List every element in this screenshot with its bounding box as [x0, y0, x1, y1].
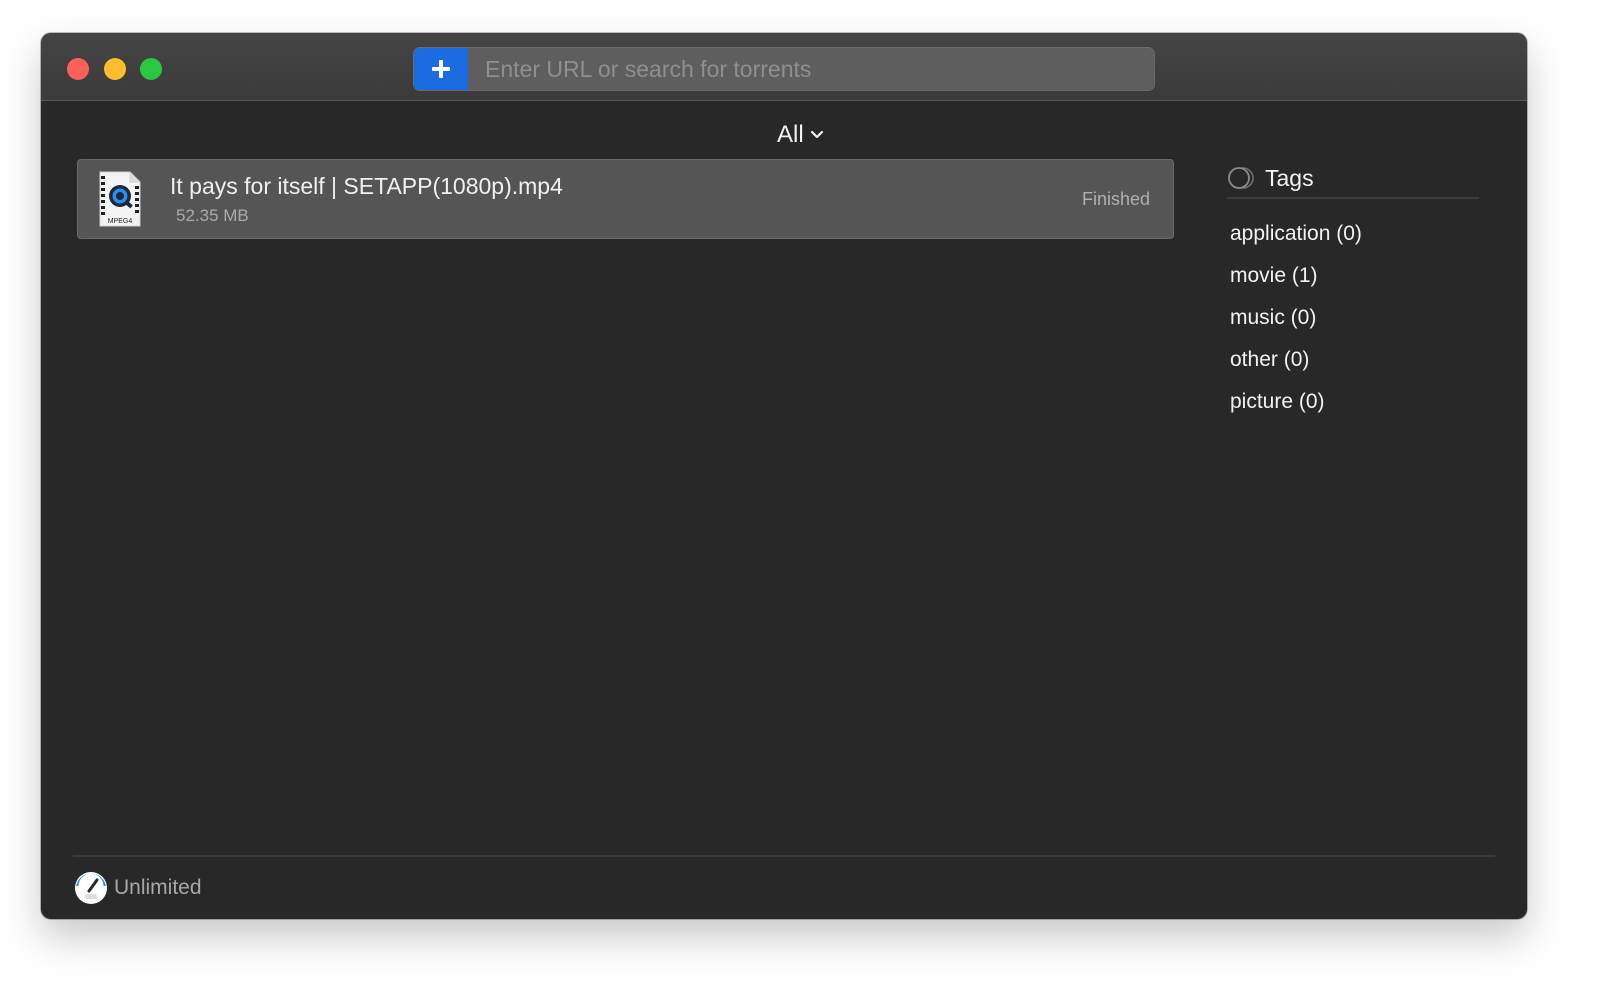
- app-window: All MPEG4 It pays for itself | SETAPP: [41, 33, 1527, 919]
- tags-panel: Tags application (0) movie (1) music (0)…: [1227, 163, 1479, 423]
- tag-list: application (0) movie (1) music (0) othe…: [1227, 213, 1479, 423]
- zoom-window-button[interactable]: [140, 58, 162, 80]
- close-window-button[interactable]: [67, 58, 89, 80]
- torrent-name: It pays for itself | SETAPP(1080p).mp4: [170, 173, 563, 199]
- search-bar: [413, 47, 1155, 91]
- chevron-down-icon: [810, 130, 823, 139]
- filter-dropdown[interactable]: All: [777, 121, 824, 149]
- torrent-status: Finished: [1081, 189, 1150, 209]
- tag-item-movie[interactable]: movie (1): [1227, 255, 1479, 297]
- torrent-size: 52.35 MB: [176, 206, 249, 225]
- plus-icon: [432, 60, 450, 78]
- tag-item-picture[interactable]: picture (0): [1227, 381, 1479, 423]
- svg-text:MPEG4: MPEG4: [108, 218, 133, 225]
- mpeg4-file-icon: MPEG4: [99, 171, 141, 227]
- footer-divider: [73, 855, 1495, 857]
- tag-item-application[interactable]: application (0): [1227, 213, 1479, 255]
- tags-title: Tags: [1265, 164, 1314, 191]
- tag-item-music[interactable]: music (0): [1227, 297, 1479, 339]
- tags-toggle-icon[interactable]: [1227, 166, 1255, 190]
- speedometer-icon: [75, 872, 107, 904]
- titlebar: [41, 33, 1527, 101]
- tags-header: Tags: [1227, 163, 1479, 199]
- speed-limit-button[interactable]: Unlimited: [74, 871, 202, 905]
- add-torrent-button[interactable]: [414, 48, 468, 90]
- filter-selected-label: All: [777, 121, 804, 148]
- speed-limit-label: Unlimited: [114, 876, 202, 899]
- minimize-window-button[interactable]: [104, 58, 126, 80]
- search-input[interactable]: [468, 48, 1154, 90]
- torrent-list-item[interactable]: MPEG4 It pays for itself | SETAPP(1080p)…: [77, 159, 1174, 239]
- tag-item-other[interactable]: other (0): [1227, 339, 1479, 381]
